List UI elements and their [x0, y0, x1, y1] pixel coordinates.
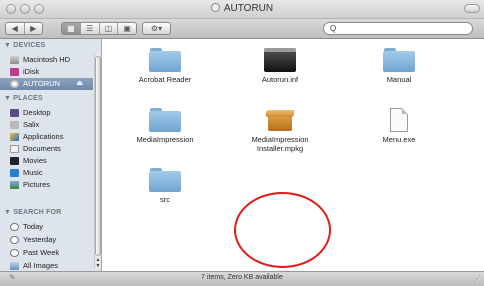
- file-name: src: [160, 195, 170, 204]
- action-menu: ⚙▾: [142, 22, 171, 35]
- clock-icon: [10, 223, 19, 231]
- movies-icon: [10, 157, 19, 165]
- sidebar-item-label: AUTORUN: [23, 79, 60, 88]
- sidebar-item-label: iDisk: [23, 67, 40, 76]
- action-gear-button[interactable]: ⚙▾: [143, 23, 170, 34]
- sidebar-item-label: Documents: [23, 144, 61, 153]
- sidebar-item-label: Salix: [23, 120, 40, 129]
- eject-icon[interactable]: ⏏: [76, 78, 83, 90]
- file-name: MediaImpression: [136, 135, 194, 144]
- search-field[interactable]: Q: [323, 22, 473, 35]
- home-icon: [10, 121, 19, 129]
- images-icon: [10, 262, 19, 270]
- search-icon: Q: [330, 24, 337, 33]
- sidebar-item-salix[interactable]: Salix: [0, 119, 93, 131]
- file-item-acrobat-reader[interactable]: Acrobat Reader: [120, 48, 210, 84]
- sidebar-item-label: Past Week: [23, 248, 60, 257]
- cd-disc-icon: [10, 80, 19, 88]
- annotation-circle: [234, 192, 331, 268]
- title-bar: AUTORUN: [0, 0, 484, 19]
- back-button[interactable]: ◀: [6, 23, 25, 34]
- sidebar-item-label: Pictures: [23, 180, 51, 189]
- pictures-icon: [10, 181, 19, 189]
- list-view-button[interactable]: ☰: [81, 23, 100, 34]
- status-text: 7 items, Zero KB available: [201, 274, 283, 281]
- documents-icon: [10, 145, 19, 153]
- scroll-down-arrow-icon[interactable]: ▼: [95, 263, 101, 269]
- folder-icon: [149, 108, 181, 132]
- toolbar: ◀ ▶ ▦ ☰ ◫ ▣ ⚙▾ Q: [0, 19, 484, 39]
- file-item-manual[interactable]: Manual: [354, 48, 444, 84]
- sidebar-item-desktop[interactable]: Desktop: [0, 107, 93, 119]
- file-name: Acrobat Reader: [138, 75, 192, 84]
- file-name: Manual: [386, 75, 412, 84]
- sidebar-item-label: Today: [23, 222, 44, 231]
- back-forward-control: ◀ ▶: [5, 22, 43, 35]
- clock-icon: [10, 249, 19, 257]
- clock-icon: [10, 236, 19, 244]
- sidebar-item-label: All Images: [23, 261, 59, 270]
- document-icon: [390, 108, 408, 132]
- music-icon: [10, 169, 19, 177]
- sidebar-item-yesterday[interactable]: Yesterday: [0, 234, 93, 246]
- cd-disc-icon: [210, 3, 220, 12]
- folder-icon: [383, 48, 415, 72]
- sidebar-item-macintosh-hd[interactable]: Macintosh HD: [0, 54, 93, 66]
- sidebar-item-label: Applications: [23, 132, 64, 141]
- file-item-menu-exe[interactable]: Menu.exe: [354, 108, 444, 144]
- sidebar-item-autorun[interactable]: AUTORUN ⏏: [0, 78, 93, 90]
- package-icon: [265, 108, 295, 132]
- sidebar: ▼ DEVICES Macintosh HD iDisk AUTORUN ⏏ ▼…: [0, 39, 102, 271]
- idisk-icon: [10, 68, 19, 76]
- sidebar-item-all-images[interactable]: All Images: [0, 260, 93, 271]
- sidebar-item-idisk[interactable]: iDisk: [0, 66, 93, 78]
- sidebar-item-today[interactable]: Today: [0, 221, 93, 233]
- resize-grip-icon[interactable]: ⋰: [473, 274, 481, 283]
- sidebar-item-documents[interactable]: Documents: [0, 143, 93, 155]
- sidebar-item-pictures[interactable]: Pictures: [0, 179, 93, 191]
- sidebar-item-label: Yesterday: [23, 235, 57, 244]
- coverflow-view-button[interactable]: ▣: [118, 23, 136, 34]
- file-name: Autorun.inf: [261, 75, 299, 84]
- column-view-button[interactable]: ◫: [100, 23, 119, 34]
- file-item-autorun-inf[interactable]: Autorun.inf: [235, 48, 325, 84]
- sidebar-item-music[interactable]: Music: [0, 167, 93, 179]
- sidebar-item-label: Movies: [23, 156, 47, 165]
- folder-icon: [149, 48, 181, 72]
- sidebar-header-places[interactable]: ▼ PLACES: [4, 95, 43, 102]
- sidebar-item-applications[interactable]: Applications: [0, 131, 93, 143]
- terminal-file-icon: [264, 48, 296, 72]
- sidebar-item-label: Macintosh HD: [23, 55, 71, 64]
- sidebar-header-devices[interactable]: ▼ DEVICES: [4, 42, 45, 49]
- forward-button[interactable]: ▶: [25, 23, 43, 34]
- sidebar-scroll-thumb[interactable]: [95, 56, 101, 256]
- sidebar-item-label: Desktop: [23, 108, 51, 117]
- sidebar-item-past-week[interactable]: Past Week: [0, 247, 93, 259]
- file-item-src[interactable]: src: [120, 168, 210, 204]
- folder-icon: [149, 168, 181, 192]
- applications-icon: [10, 133, 19, 141]
- window-title: AUTORUN: [0, 3, 484, 14]
- window-title-text: AUTORUN: [223, 3, 274, 14]
- desktop-icon: [10, 109, 19, 117]
- icon-view-button[interactable]: ▦: [62, 23, 81, 34]
- sidebar-item-movies[interactable]: Movies: [0, 155, 93, 167]
- file-item-mediaimpression-installer[interactable]: MediaImpression Installer.mpkg: [235, 108, 325, 153]
- sidebar-scrollbar[interactable]: ▲ ▼: [94, 53, 101, 269]
- view-switcher: ▦ ☰ ◫ ▣: [61, 22, 137, 35]
- file-item-mediaimpression[interactable]: MediaImpression: [120, 108, 210, 144]
- toolbar-toggle-button[interactable]: [464, 4, 480, 13]
- hard-drive-icon: [10, 56, 19, 64]
- file-name: MediaImpression Installer.mpkg: [251, 135, 309, 153]
- sidebar-header-search-for[interactable]: ▼ SEARCH FOR: [4, 209, 62, 216]
- file-name: Menu.exe: [382, 135, 416, 144]
- sidebar-item-label: Music: [23, 168, 43, 177]
- status-bar: ✎ 7 items, Zero KB available ⋰: [0, 271, 484, 286]
